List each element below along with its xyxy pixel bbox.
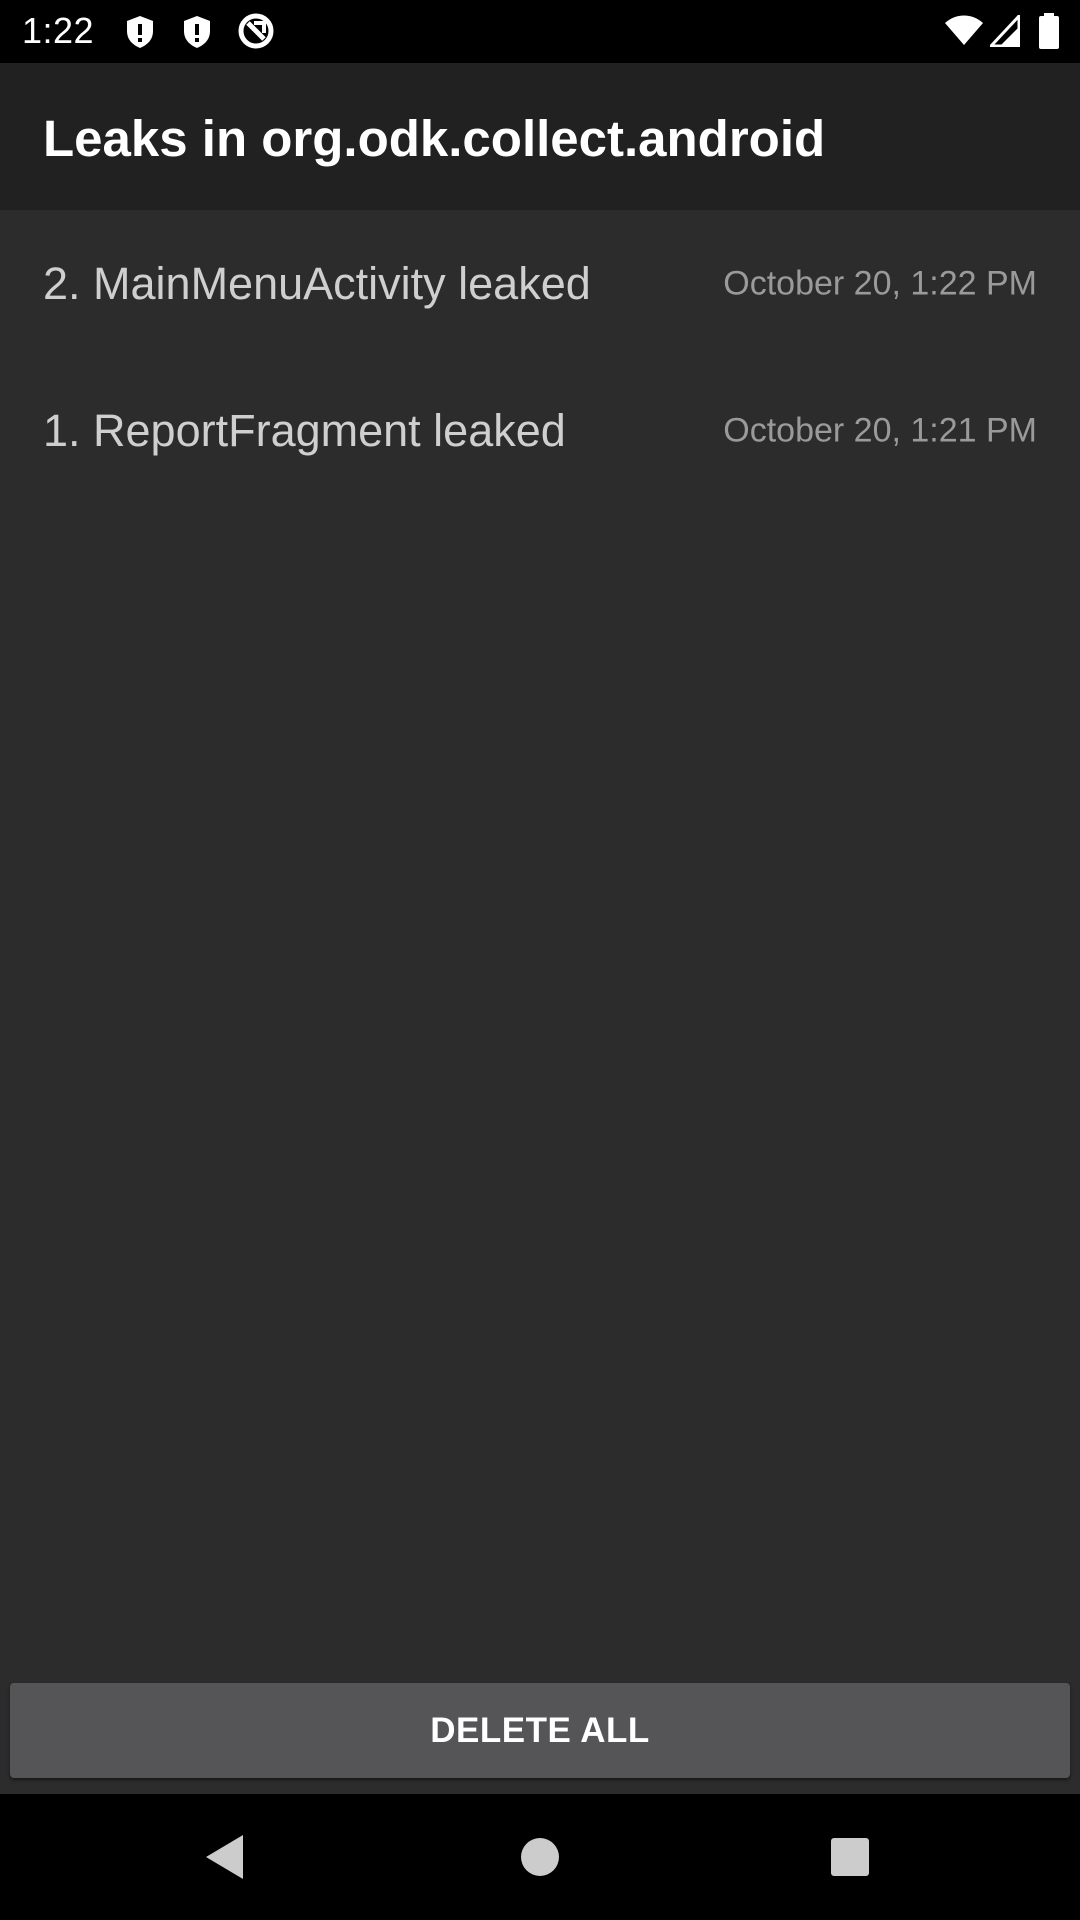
leak-list: 2. MainMenuActivity leaked October 20, 1… <box>0 210 1080 504</box>
status-bar: 1:22 <box>0 0 1080 63</box>
leak-title: 2. MainMenuActivity leaked <box>43 257 591 309</box>
leak-title: 1. ReportFragment leaked <box>43 404 566 456</box>
app-bar: Leaks in org.odk.collect.android <box>0 63 1080 210</box>
home-icon[interactable] <box>480 1794 600 1920</box>
recents-icon[interactable] <box>790 1794 910 1920</box>
list-item[interactable]: 1. ReportFragment leaked October 20, 1:2… <box>0 357 1080 504</box>
list-item[interactable]: 2. MainMenuActivity leaked October 20, 1… <box>0 210 1080 357</box>
page-title: Leaks in org.odk.collect.android <box>43 110 826 167</box>
wifi-icon <box>944 15 984 52</box>
battery-icon <box>1038 13 1060 54</box>
status-time: 1:22 <box>22 10 95 51</box>
shield-icon <box>182 14 212 55</box>
cellular-signal-icon <box>987 12 1021 52</box>
shield-icon <box>125 14 155 55</box>
navigation-bar <box>0 1794 1080 1920</box>
leak-timestamp: October 20, 1:21 PM <box>723 411 1037 449</box>
leak-timestamp: October 20, 1:22 PM <box>723 264 1037 302</box>
back-icon[interactable] <box>165 1794 285 1920</box>
delete-all-button[interactable]: DELETE ALL <box>10 1683 1070 1778</box>
sync-icon <box>236 11 276 56</box>
